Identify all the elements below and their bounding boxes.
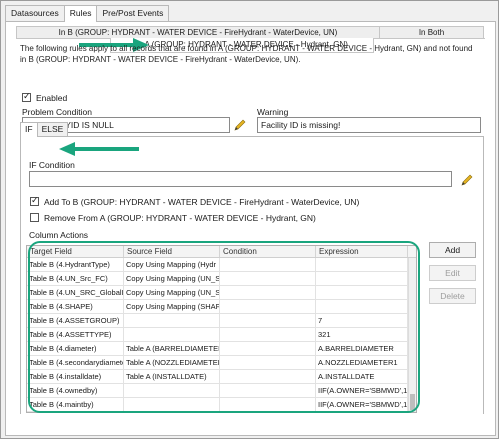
cell-target-field: Table B (4.ownedby) — [27, 384, 124, 397]
cell-source-field: Copy Using Mapping (SHAF — [126, 300, 220, 313]
table-row[interactable]: Table B (4.ASSETTYPE) 321 — [27, 328, 416, 342]
cell-target-field: Table B (4.maintby) — [27, 398, 124, 411]
warning-label: Warning — [257, 107, 289, 117]
cell-expression: IIF(A.OWNER='SBMWD',1,(I — [318, 384, 408, 397]
table-row[interactable]: Table B (4.ASSETGROUP) 7 — [27, 314, 416, 328]
scrollbar-thumb[interactable] — [410, 394, 415, 410]
cell-expression: A.INSTALLDATE — [316, 370, 408, 383]
table-row[interactable]: Table B (4.lifecyclestatus) 8 — [27, 412, 416, 413]
table-row[interactable]: Table B (4.secondarydiamete Table A (NOZZ… — [27, 356, 416, 370]
table-row[interactable]: Table B (4.UN_Src_FC) Copy Using Mapping … — [27, 272, 416, 286]
cell-target-field: Table B (4.ASSETTYPE) — [27, 328, 124, 341]
cell-target-field: Table B (4.SHAPE) — [27, 300, 124, 313]
header-expression[interactable]: Expression — [316, 246, 408, 257]
cell-expression: 7 — [316, 314, 408, 327]
table-row[interactable]: Table B (4.ownedby) IIF(A.OWNER='SBMWD',1… — [27, 384, 416, 398]
cell-source-field: Copy Using Mapping (UN_S — [126, 286, 220, 299]
column-actions-table: Target Field Source Field Condition Expr… — [26, 245, 417, 413]
tab-pre-post-events[interactable]: Pre/Post Events — [96, 5, 170, 21]
cell-target-field: Table B (4.ASSETGROUP) — [27, 314, 124, 327]
cell-source-field — [124, 412, 220, 413]
cell-condition — [220, 384, 316, 397]
cell-target-field: Table B (4.UN_Src_FC) — [27, 272, 124, 285]
table-row[interactable]: Table B (4.UN_SRC_GlobalID Copy Using Map… — [27, 286, 416, 300]
if-condition-label: IF Condition — [29, 160, 75, 170]
cell-source-field: Table A (NOZZLEDIAMETER — [126, 356, 220, 369]
pencil-icon[interactable] — [233, 118, 247, 132]
tab-if[interactable]: IF — [20, 122, 38, 137]
cell-source-field — [124, 328, 220, 341]
cell-source-field — [124, 314, 220, 327]
cell-condition — [220, 398, 316, 411]
table-row[interactable]: Table B (4.maintby) IIF(A.OWNER='SBMWD',1… — [27, 398, 416, 412]
table-row[interactable]: Table B (4.installdate) Table A (INSTALLD… — [27, 370, 416, 384]
header-source-field[interactable]: Source Field — [124, 246, 220, 257]
tab-else[interactable]: ELSE — [36, 122, 69, 136]
cell-expression — [316, 300, 408, 313]
problem-condition-label: Problem Condition — [22, 107, 92, 117]
table-row[interactable]: Table B (4.SHAPE) Copy Using Mapping (SHA… — [27, 300, 416, 314]
add-to-b-checkbox[interactable] — [30, 195, 39, 206]
compare-tab-strip: In B (GROUP: HYDRANT - WATER DEVICE - Fi… — [16, 26, 485, 38]
cell-condition — [220, 300, 316, 313]
cell-condition — [220, 370, 316, 383]
cell-target-field: Table B (4.secondarydiamete — [29, 356, 124, 369]
cell-condition — [220, 272, 316, 285]
cell-condition — [220, 314, 316, 327]
header-target-field[interactable]: Target Field — [27, 246, 124, 257]
cell-condition — [220, 286, 316, 299]
table-header: Target Field Source Field Condition Expr… — [27, 246, 416, 258]
add-button[interactable]: Add — [429, 242, 476, 258]
enabled-label: Enabled — [36, 93, 68, 103]
cell-target-field: Table B (4.UN_SRC_GlobalID — [29, 286, 124, 299]
header-condition[interactable]: Condition — [220, 246, 316, 257]
cell-source-field: Copy Using Mapping (UN_S — [126, 272, 220, 285]
table-row[interactable]: Table B (4.HydrantType) Copy Using Mappin… — [27, 258, 416, 272]
tab-rules[interactable]: Rules — [63, 5, 98, 22]
cell-condition — [220, 342, 316, 355]
column-actions-label: Column Actions — [29, 230, 89, 240]
cell-expression: A.NOZZLEDIAMETER1 — [316, 356, 408, 369]
cell-expression — [316, 286, 408, 299]
edit-button[interactable]: Edit — [429, 265, 476, 281]
rule-description: The following rules apply to all records… — [20, 44, 473, 64]
arrow-to-else-tab-icon — [59, 142, 139, 156]
table-scrollbar[interactable] — [408, 258, 416, 412]
remove-from-a-label: Remove From A (GROUP: HYDRANT - WATER DE… — [44, 213, 316, 223]
tab-in-both[interactable]: In Both — [379, 26, 484, 38]
cell-source-field — [124, 398, 220, 411]
pencil-icon[interactable] — [460, 173, 474, 187]
cell-condition — [220, 328, 316, 341]
cell-source-field: Table A (INSTALLDATE) — [124, 370, 220, 383]
if-else-tab-strip: IF ELSE — [20, 122, 69, 137]
delete-button[interactable]: Delete — [429, 288, 476, 304]
cell-condition — [220, 258, 316, 271]
cell-condition — [220, 356, 316, 369]
if-condition-field[interactable] — [29, 171, 452, 187]
add-to-b-label: Add To B (GROUP: HYDRANT - WATER DEVICE … — [44, 197, 360, 207]
cell-expression: 321 — [316, 328, 408, 341]
warning-field[interactable]: Facility ID is missing! — [257, 117, 481, 133]
cell-target-field: Table B (4.diameter) — [27, 342, 124, 355]
tab-datasources[interactable]: Datasources — [5, 5, 65, 21]
cell-target-field: Table B (4.HydrantType) — [27, 258, 124, 271]
cell-expression: IIF(A.OWNER='SBMWD',1,(I — [318, 398, 408, 411]
cell-expression: 8 — [316, 412, 408, 413]
cell-expression — [316, 258, 408, 271]
table-body: Table B (4.HydrantType) Copy Using Mappin… — [27, 258, 416, 413]
cell-expression — [316, 272, 408, 285]
cell-target-field: Table B (4.lifecyclestatus) — [27, 412, 124, 413]
remove-from-a-checkbox[interactable] — [30, 213, 39, 222]
top-tab-strip: Datasources Rules Pre/Post Events — [5, 5, 170, 22]
rules-dialog: Datasources Rules Pre/Post Events In B (… — [0, 0, 499, 439]
cell-condition — [220, 412, 316, 413]
cell-target-field: Table B (4.installdate) — [27, 370, 124, 383]
cell-source-field: Copy Using Mapping (Hydr — [124, 258, 220, 271]
cell-source-field: Table A (BARRELDIAMETER — [126, 342, 220, 355]
cell-expression: A.BARRELDIAMETER — [316, 342, 408, 355]
cell-source-field — [124, 384, 220, 397]
enabled-checkbox[interactable] — [22, 91, 31, 102]
table-row[interactable]: Table B (4.diameter) Table A (BARRELDIAME… — [27, 342, 416, 356]
tab-in-b[interactable]: In B (GROUP: HYDRANT - WATER DEVICE - Fi… — [16, 26, 380, 38]
